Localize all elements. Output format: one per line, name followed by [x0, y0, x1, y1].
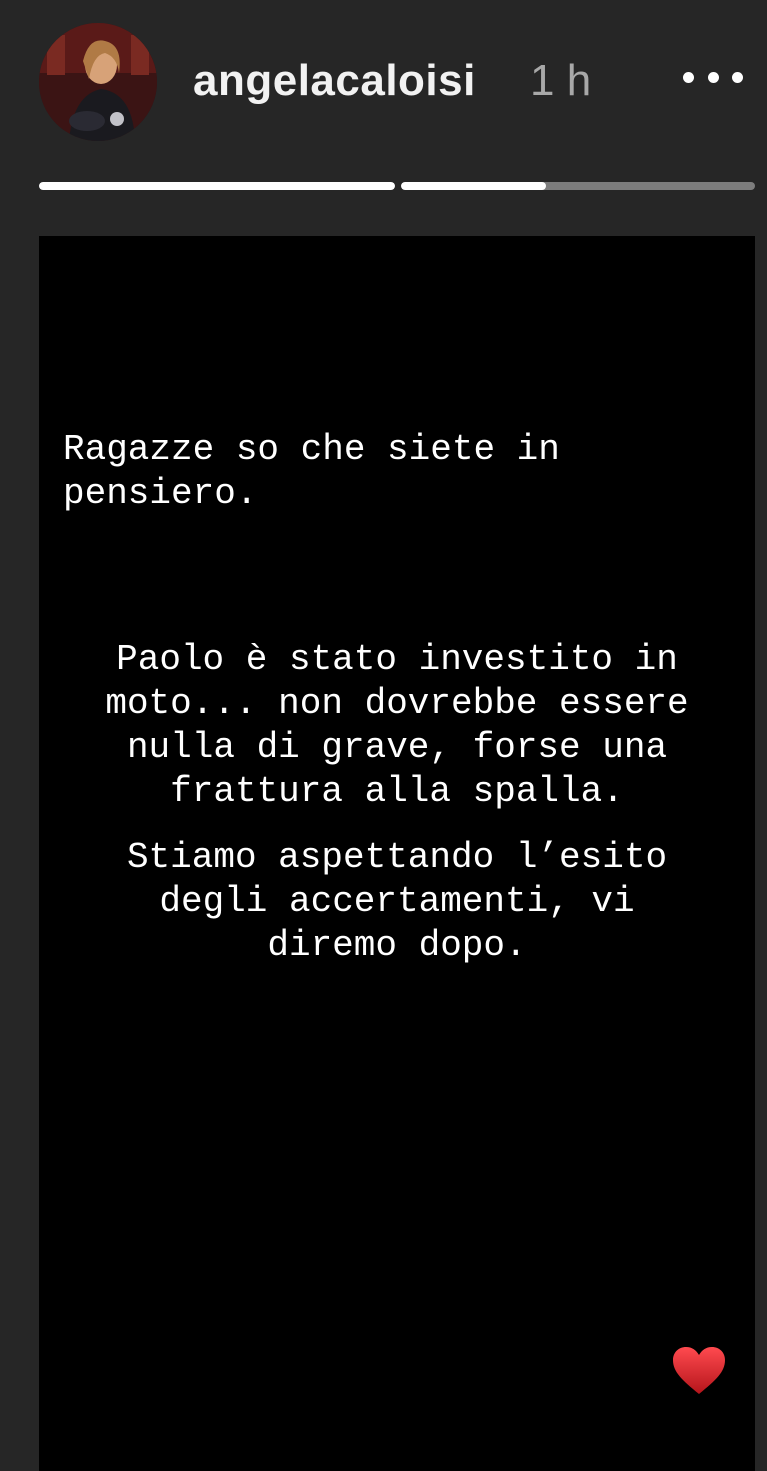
heart-icon[interactable]	[672, 1346, 726, 1396]
story-progress-segment-1	[39, 182, 395, 190]
dot	[707, 71, 719, 83]
story-text-paragraph-1: Ragazze so che siete in pensiero.	[63, 429, 560, 514]
progress-fill	[39, 182, 395, 190]
story-text-paragraph-2: Paolo è stato investito in moto... non d…	[105, 639, 689, 812]
story-content[interactable]: Ragazze so che siete in pensiero. Paolo …	[39, 236, 755, 1471]
story-progress-segment-2	[401, 182, 755, 190]
dot	[683, 71, 694, 83]
username[interactable]: angelacaloisi	[193, 56, 476, 106]
progress-fill	[401, 182, 547, 190]
post-time: 1 h	[530, 56, 592, 105]
story-text-paragraph-3: Stiamo aspettando l’esito degli accertam…	[126, 837, 668, 966]
more-options-icon[interactable]	[683, 62, 743, 92]
dot	[732, 71, 743, 83]
profile-avatar[interactable]	[39, 23, 157, 141]
